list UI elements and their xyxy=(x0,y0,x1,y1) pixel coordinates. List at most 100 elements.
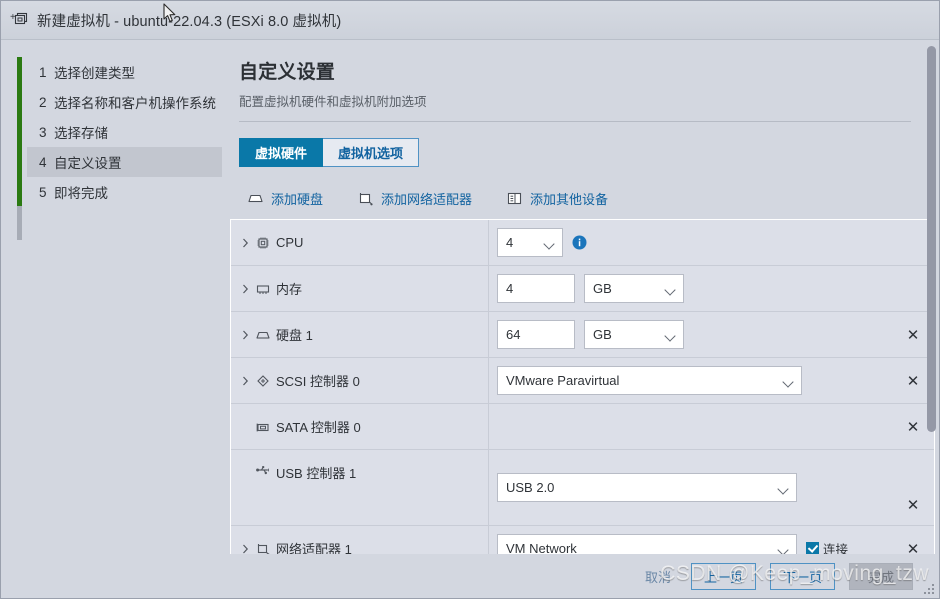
sata-controller-icon xyxy=(255,420,271,434)
disk-unit-select[interactable]: GB xyxy=(584,320,684,349)
chevron-right-icon[interactable] xyxy=(241,329,250,341)
tab-virtual-hardware[interactable]: 虚拟硬件 xyxy=(239,138,323,167)
device-name-cell: SATA 控制器 0 xyxy=(231,404,489,449)
add-network-adapter-button[interactable]: 添加网络适配器 xyxy=(357,189,472,208)
wizard-content: 自定义设置 配置虚拟机硬件和虚拟机附加选项 虚拟硬件 虚拟机选项 xyxy=(222,40,939,554)
checkbox-checked-icon xyxy=(806,542,819,554)
device-control-cell: 4 xyxy=(489,220,892,265)
device-name-cell: CPU xyxy=(231,220,489,265)
add-hard-disk-label: 添加硬盘 xyxy=(271,189,323,208)
progress-rail-pending xyxy=(17,206,22,240)
scsi-controller-icon xyxy=(255,374,271,388)
cpu-icon xyxy=(255,236,271,250)
chevron-right-icon[interactable] xyxy=(241,237,250,249)
add-network-adapter-label: 添加网络适配器 xyxy=(381,189,472,208)
device-row-hard-disk-1: 硬盘 1 64 GB ✕ xyxy=(231,312,934,358)
page-subtitle: 配置虚拟机硬件和虚拟机附加选项 xyxy=(239,91,911,110)
memory-icon xyxy=(255,282,271,296)
chevron-right-icon[interactable] xyxy=(241,283,250,295)
device-control-cell xyxy=(489,404,892,449)
step-number: 1 xyxy=(39,65,54,80)
device-name-cell: 硬盘 1 xyxy=(231,312,489,357)
sidebar-step-4[interactable]: 4 自定义设置 xyxy=(27,147,222,177)
device-toolbar: 添加硬盘 添加网络适配器 xyxy=(239,183,911,213)
step-number: 3 xyxy=(39,125,54,140)
usb-controller-type-select[interactable]: USB 2.0 xyxy=(497,473,797,502)
wizard-body: 1 选择创建类型 2 选择名称和客户机操作系统 3 选择存储 4 自定义设置 5 xyxy=(1,40,939,554)
cpu-count-select[interactable]: 4 xyxy=(497,228,563,257)
device-row-network-adapter-1: 网络适配器 1 VM Network 连接 ✕ xyxy=(231,526,934,554)
content-header: 自定义设置 配置虚拟机硬件和虚拟机附加选项 虚拟硬件 虚拟机选项 xyxy=(222,40,939,213)
tab-bar: 虚拟硬件 虚拟机选项 xyxy=(239,138,911,167)
device-name-cell: USB 控制器 1 xyxy=(231,450,489,525)
new-vm-wizard-window: + 新建虚拟机 - ubuntu-22.04.3 (ESXi 8.0 虚拟机) … xyxy=(0,0,940,599)
new-vm-icon: + xyxy=(10,11,30,29)
device-row-sata-controller-0: SATA 控制器 0 ✕ xyxy=(231,404,934,450)
page-title: 自定义设置 xyxy=(239,57,911,84)
header-divider xyxy=(239,121,911,122)
step-label: 即将完成 xyxy=(54,182,108,202)
cancel-button[interactable]: 取消 xyxy=(639,563,677,590)
chevron-right-icon[interactable] xyxy=(241,543,250,555)
usb-controller-icon xyxy=(255,463,271,477)
device-label: 网络适配器 1 xyxy=(276,539,352,554)
step-label: 选择名称和客户机操作系统 xyxy=(54,92,216,112)
back-button[interactable]: 上一页 xyxy=(691,563,756,590)
device-row-memory: 内存 4 GB xyxy=(231,266,934,312)
info-icon[interactable] xyxy=(572,235,587,250)
step-label: 自定义设置 xyxy=(54,152,122,172)
network-adapter-icon xyxy=(357,191,374,206)
network-connect-checkbox[interactable]: 连接 xyxy=(806,539,848,554)
device-control-cell: USB 2.0 xyxy=(489,450,892,525)
device-row-scsi-controller-0: SCSI 控制器 0 VMware Paravirtual ✕ xyxy=(231,358,934,404)
window-title: 新建虚拟机 - ubuntu-22.04.3 (ESXi 8.0 虚拟机) xyxy=(37,10,341,31)
device-label: USB 控制器 1 xyxy=(276,463,356,482)
wizard-steps: 1 选择创建类型 2 选择名称和客户机操作系统 3 选择存储 4 自定义设置 5 xyxy=(17,57,222,207)
wizard-sidebar: 1 选择创建类型 2 选择名称和客户机操作系统 3 选择存储 4 自定义设置 5 xyxy=(1,40,222,554)
window-titlebar: + 新建虚拟机 - ubuntu-22.04.3 (ESXi 8.0 虚拟机) xyxy=(1,1,939,40)
chevron-right-icon[interactable] xyxy=(241,375,250,387)
tab-vm-options[interactable]: 虚拟机选项 xyxy=(323,138,419,167)
network-adapter-icon xyxy=(255,542,271,555)
scsi-controller-type-select[interactable]: VMware Paravirtual xyxy=(497,366,802,395)
device-control-cell: 4 GB xyxy=(489,266,892,311)
sidebar-step-2[interactable]: 2 选择名称和客户机操作系统 xyxy=(27,87,222,117)
content-scrollbar[interactable] xyxy=(926,40,937,554)
next-button[interactable]: 下一页 xyxy=(770,563,835,590)
add-other-device-label: 添加其他设备 xyxy=(530,189,608,208)
network-connect-label: 连接 xyxy=(823,539,848,554)
sidebar-step-3[interactable]: 3 选择存储 xyxy=(27,117,222,147)
device-name-cell: SCSI 控制器 0 xyxy=(231,358,489,403)
other-device-icon xyxy=(506,191,523,206)
device-list-table: CPU 4 xyxy=(230,219,935,554)
memory-size-input[interactable]: 4 xyxy=(497,274,575,303)
resize-grip[interactable] xyxy=(924,584,935,595)
scrollbar-thumb[interactable] xyxy=(927,46,936,432)
hard-disk-icon xyxy=(255,328,271,342)
device-control-cell: 64 GB xyxy=(489,312,892,357)
device-label: 内存 xyxy=(276,279,302,298)
finish-button: 完成 xyxy=(849,563,913,590)
memory-unit-select[interactable]: GB xyxy=(584,274,684,303)
disk-size-input[interactable]: 64 xyxy=(497,320,575,349)
step-number: 2 xyxy=(39,95,54,110)
add-other-device-button[interactable]: 添加其他设备 xyxy=(506,189,608,208)
progress-rail-done xyxy=(17,57,22,206)
device-name-cell: 内存 xyxy=(231,266,489,311)
step-label: 选择创建类型 xyxy=(54,62,135,82)
add-hard-disk-button[interactable]: 添加硬盘 xyxy=(247,189,323,208)
step-number: 5 xyxy=(39,185,54,200)
device-control-cell: VMware Paravirtual xyxy=(489,358,892,403)
sidebar-step-5[interactable]: 5 即将完成 xyxy=(27,177,222,207)
device-name-cell: 网络适配器 1 xyxy=(231,526,489,554)
device-control-cell: VM Network 连接 xyxy=(489,526,892,554)
device-label: CPU xyxy=(276,235,303,250)
device-label: 硬盘 1 xyxy=(276,325,313,344)
device-row-usb-controller-1: USB 控制器 1 USB 2.0 ✕ xyxy=(231,450,934,526)
step-number: 4 xyxy=(39,155,54,170)
network-select[interactable]: VM Network xyxy=(497,534,797,554)
sidebar-step-1[interactable]: 1 选择创建类型 xyxy=(27,57,222,87)
device-label: SCSI 控制器 0 xyxy=(276,371,360,390)
device-label: SATA 控制器 0 xyxy=(276,417,361,436)
step-label: 选择存储 xyxy=(54,122,108,142)
